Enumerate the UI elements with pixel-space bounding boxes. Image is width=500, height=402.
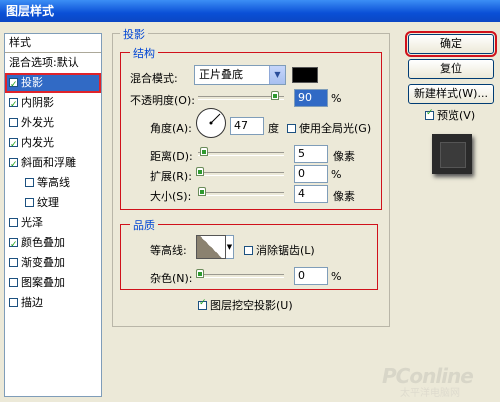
style-item-label: 光泽: [21, 216, 43, 229]
style-preview-thumbnail: [432, 134, 472, 174]
spread-slider[interactable]: [198, 172, 284, 176]
chevron-down-icon: ▼: [226, 243, 233, 251]
noise-unit: %: [331, 270, 342, 283]
spread-unit: %: [331, 168, 342, 181]
angle-label: 角度(A):: [150, 122, 192, 135]
spread-label: 扩展(R):: [150, 170, 192, 183]
styles-header: 样式: [5, 34, 101, 53]
shadow-color-swatch[interactable]: [292, 67, 318, 83]
blend-mode-select[interactable]: 正片叠底 ▼: [194, 65, 286, 85]
opacity-input[interactable]: 90: [294, 89, 328, 107]
noise-input[interactable]: 0: [294, 267, 328, 285]
anti-alias-checkbox[interactable]: [244, 245, 253, 255]
preview-checkbox[interactable]: [425, 108, 434, 120]
style-item[interactable]: 图案叠加: [5, 273, 101, 293]
style-item[interactable]: 投影: [5, 73, 101, 95]
style-item-checkbox[interactable]: [9, 155, 18, 175]
blend-mode-label: 混合模式:: [130, 72, 178, 85]
style-item-checkbox[interactable]: [9, 235, 18, 255]
noise-label: 杂色(N):: [150, 272, 193, 285]
size-input[interactable]: 4: [294, 185, 328, 203]
watermark-subtitle: 太平洋电脑网: [400, 388, 460, 399]
style-item-checkbox[interactable]: [9, 117, 18, 127]
distance-unit: 像素: [333, 150, 355, 163]
style-item-label: 内发光: [21, 136, 54, 149]
opacity-unit: %: [331, 92, 342, 105]
preview-label: 预览(V): [437, 109, 476, 122]
blend-options-item[interactable]: 混合选项:默认: [5, 53, 101, 73]
style-item[interactable]: 等高线: [5, 173, 101, 193]
style-item-label: 投影: [21, 76, 43, 89]
style-item-checkbox[interactable]: [25, 177, 34, 187]
style-item-label: 内阴影: [21, 96, 54, 109]
style-item[interactable]: 渐变叠加: [5, 253, 101, 273]
style-item-checkbox[interactable]: [25, 197, 34, 207]
window-title: 图层样式: [0, 0, 500, 22]
style-item-checkbox[interactable]: [9, 257, 18, 267]
knockout-label: 图层挖空投影(U): [210, 299, 293, 312]
style-item[interactable]: 外发光: [5, 113, 101, 133]
distance-input[interactable]: 5: [294, 145, 328, 163]
ok-button[interactable]: 确定: [405, 31, 497, 57]
global-light-checkbox[interactable]: [287, 123, 296, 133]
distance-slider[interactable]: [198, 152, 284, 156]
style-item-label: 等高线: [37, 176, 70, 189]
spread-input[interactable]: 0: [294, 165, 328, 183]
style-item-label: 纹理: [37, 196, 59, 209]
style-item[interactable]: 斜面和浮雕: [5, 153, 101, 175]
styles-list: 样式 混合选项:默认 投影内阴影外发光内发光斜面和浮雕等高线纹理光泽颜色叠加渐变…: [4, 33, 102, 397]
chevron-down-icon: ▼: [269, 66, 285, 84]
style-item-label: 描边: [21, 296, 43, 309]
knockout-checkbox[interactable]: [198, 298, 207, 310]
opacity-slider-thumb[interactable]: [271, 91, 280, 100]
global-light-label: 使用全局光(G): [299, 122, 372, 135]
anti-alias-label: 消除锯齿(L): [256, 244, 315, 257]
new-style-button[interactable]: 新建样式(W)...: [408, 84, 494, 104]
structure-title: 结构: [130, 45, 158, 61]
style-item-checkbox[interactable]: [9, 75, 18, 95]
quality-title: 品质: [130, 217, 158, 233]
angle-input[interactable]: 47: [230, 117, 264, 135]
knockout-option[interactable]: 图层挖空投影(U): [198, 297, 293, 313]
drop-shadow-title: 投影: [120, 26, 148, 42]
size-unit: 像素: [333, 190, 355, 203]
style-item[interactable]: 内阴影: [5, 93, 101, 115]
contour-picker[interactable]: [196, 235, 226, 259]
distance-slider-thumb[interactable]: [200, 147, 208, 156]
style-item[interactable]: 光泽: [5, 213, 101, 233]
spread-slider-thumb[interactable]: [196, 167, 204, 176]
blend-mode-value: 正片叠底: [199, 68, 243, 81]
distance-label: 距离(D):: [150, 150, 193, 163]
opacity-label: 不透明度(O):: [130, 94, 195, 107]
noise-slider-thumb[interactable]: [196, 269, 204, 278]
style-item-checkbox[interactable]: [9, 277, 18, 287]
style-item-checkbox[interactable]: [9, 95, 18, 115]
style-item-checkbox[interactable]: [9, 297, 18, 307]
style-item-label: 颜色叠加: [21, 236, 65, 249]
global-light-option[interactable]: 使用全局光(G): [287, 120, 371, 136]
style-item[interactable]: 内发光: [5, 133, 101, 155]
size-slider[interactable]: [198, 192, 284, 196]
noise-slider[interactable]: [198, 274, 284, 278]
style-item-checkbox[interactable]: [9, 135, 18, 155]
style-item-label: 外发光: [21, 116, 54, 129]
style-item-label: 斜面和浮雕: [21, 156, 76, 169]
angle-dial[interactable]: [196, 108, 226, 138]
style-item-label: 图案叠加: [21, 276, 65, 289]
angle-needle-icon: [209, 113, 221, 125]
size-label: 大小(S):: [150, 190, 192, 203]
style-item-checkbox[interactable]: [9, 217, 18, 227]
size-slider-thumb[interactable]: [198, 187, 206, 196]
style-item[interactable]: 纹理: [5, 193, 101, 213]
angle-unit: 度: [268, 122, 279, 135]
contour-label: 等高线:: [150, 244, 187, 257]
anti-alias-option[interactable]: 消除锯齿(L): [244, 242, 315, 258]
reset-button[interactable]: 复位: [408, 59, 494, 79]
style-item[interactable]: 描边: [5, 293, 101, 313]
style-item-label: 渐变叠加: [21, 256, 65, 269]
preview-option[interactable]: 预览(V): [425, 107, 475, 123]
style-item[interactable]: 颜色叠加: [5, 233, 101, 255]
contour-dropdown[interactable]: ▼: [226, 235, 234, 259]
